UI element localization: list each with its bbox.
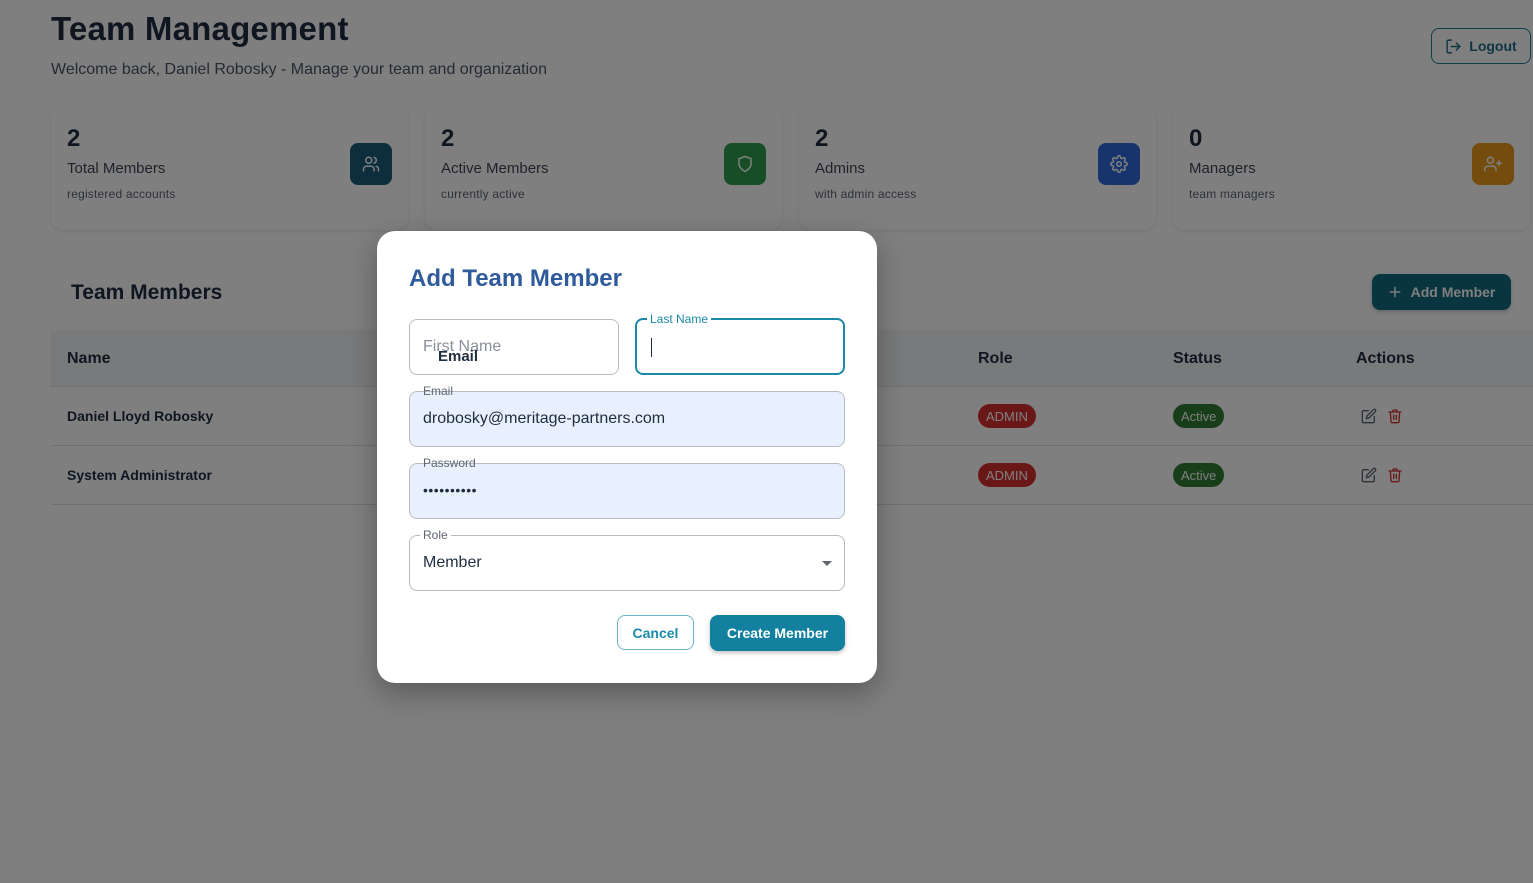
role-value: Member (423, 554, 482, 571)
dialog-title: Add Team Member (409, 265, 622, 292)
create-member-button[interactable]: Create Member (710, 615, 845, 651)
dropdown-arrow-icon (822, 561, 832, 566)
role-label: Role (420, 528, 451, 542)
last-name-field[interactable]: Last Name (635, 312, 845, 375)
email-heading: Email (438, 348, 479, 365)
cancel-button[interactable]: Cancel (617, 615, 694, 650)
email-value: drobosky@meritage-partners.com (423, 410, 666, 427)
first-name-field[interactable]: First Name (409, 319, 619, 375)
text-cursor (651, 338, 652, 357)
role-select[interactable]: Role Member (409, 528, 845, 591)
email-field[interactable]: Email drobosky@meritage-partners.com (409, 384, 845, 447)
password-field[interactable]: Password •••••••••• (409, 456, 845, 519)
last-name-label: Last Name (647, 312, 712, 326)
password-label: Password (423, 456, 476, 470)
email-label: Email (423, 384, 454, 398)
team-management-page: Team Management Welcome back, Daniel Rob… (0, 0, 1533, 883)
password-value: •••••••••• (423, 482, 478, 498)
add-team-member-dialog: Add Team Member First Name Last Name Ema… (377, 231, 877, 683)
